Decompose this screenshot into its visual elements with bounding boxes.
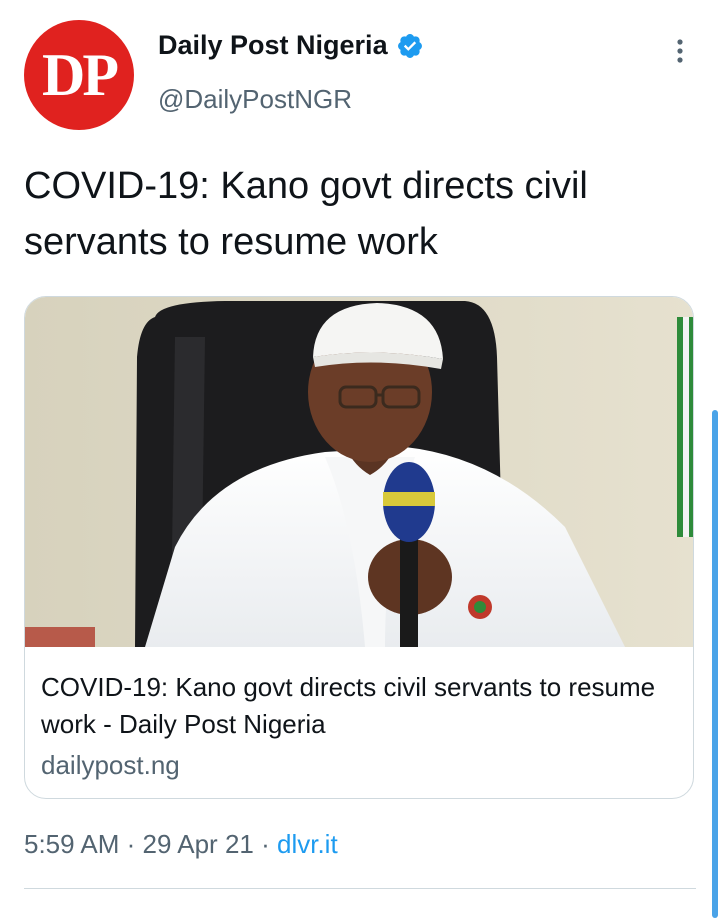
link-card-image[interactable] — [25, 297, 694, 647]
link-card-domain: dailypost.ng — [41, 750, 180, 780]
meta-separator: · — [126, 829, 136, 859]
link-card-body[interactable]: COVID-19: Kano govt directs civil servan… — [41, 669, 677, 784]
avatar-logo-text: DP — [42, 41, 119, 108]
more-options-icon[interactable] — [668, 36, 692, 66]
author-handle[interactable]: @DailyPostNGR — [158, 84, 352, 115]
link-card-title: COVID-19: Kano govt directs civil servan… — [41, 672, 656, 739]
tweet-source-link[interactable]: dlvr.it — [277, 829, 338, 859]
link-card[interactable]: COVID-19: Kano govt directs civil servan… — [24, 296, 694, 799]
scrollbar[interactable] — [712, 410, 718, 918]
verified-badge-icon — [397, 33, 422, 58]
meta-separator: · — [261, 829, 270, 859]
author-display-name[interactable]: Daily Post Nigeria — [158, 30, 388, 61]
tweet-time[interactable]: 5:59 AM — [24, 829, 119, 859]
divider — [24, 888, 696, 889]
author-name-row[interactable]: Daily Post Nigeria — [158, 30, 424, 61]
tweet-meta: 5:59 AM · 29 Apr 21 · dlvr.it — [24, 829, 338, 860]
avatar[interactable]: DP — [24, 20, 134, 130]
tweet-date[interactable]: 29 Apr 21 — [143, 829, 254, 859]
tweet-text: COVID-19: Kano govt directs civil servan… — [24, 165, 588, 263]
